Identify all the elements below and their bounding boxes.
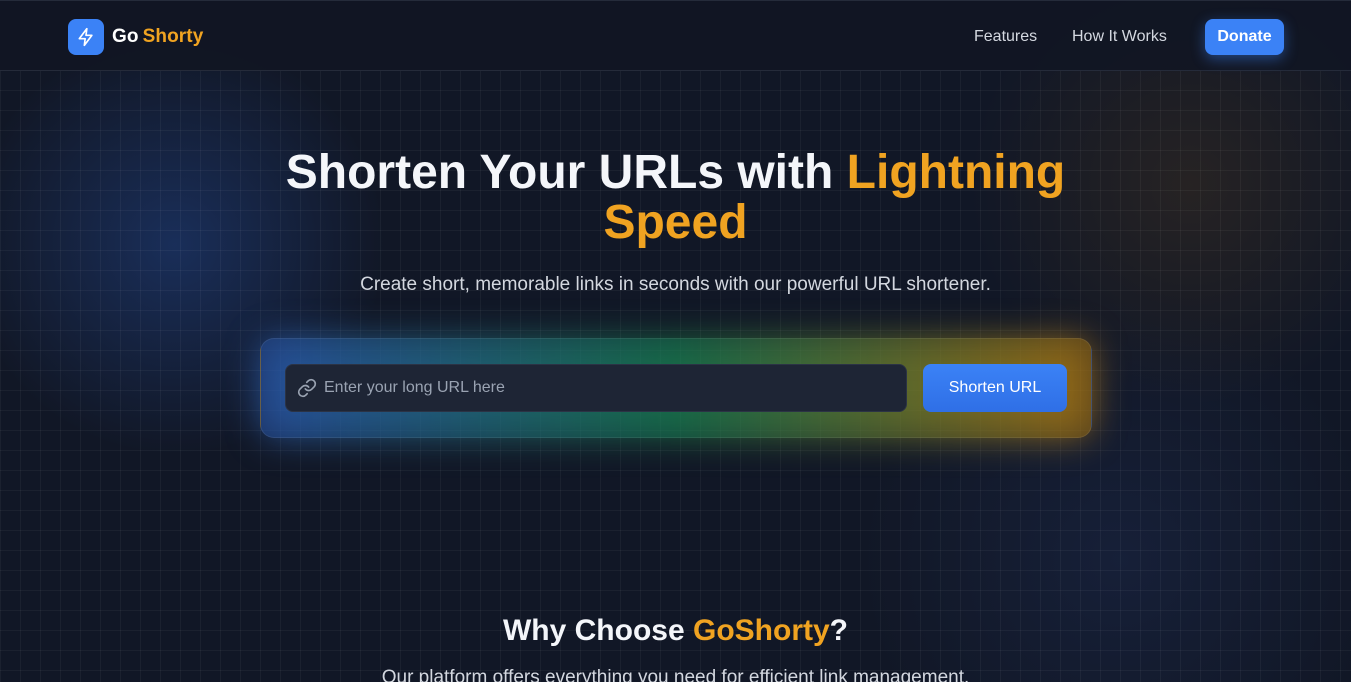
hero-title: Shorten Your URLs with Lightning Speed [0, 148, 1351, 248]
url-input[interactable] [324, 377, 884, 399]
link-icon [297, 378, 317, 398]
lightning-icon [78, 27, 93, 47]
nav-link-features[interactable]: Features [974, 28, 1037, 46]
brand-name[interactable]: Go Shorty [112, 26, 203, 48]
why-choose-title: Why Choose GoShorty? [0, 614, 1351, 648]
nav-link-how-it-works[interactable]: How It Works [1072, 28, 1167, 46]
hero-title-accent-1: Lightning [846, 146, 1066, 199]
logo[interactable] [68, 19, 104, 55]
hero-subtitle: Create short, memorable links in seconds… [360, 274, 991, 295]
hero-title-main: Shorten Your URLs with [285, 146, 847, 199]
donate-button[interactable]: Donate [1205, 19, 1284, 55]
brand-shorty: Shorty [142, 26, 204, 47]
why-choose-subtitle: Our platform offers everything you need … [381, 667, 970, 682]
why-title-main: Why Choose [502, 614, 693, 647]
hero-title-accent-2: Speed [603, 196, 748, 249]
brand-go: Go [112, 26, 139, 47]
top-navbar: Go Shorty Features How It Works Donate [0, 0, 1351, 71]
why-title-accent: GoShorty [693, 614, 830, 647]
why-title-end: ? [829, 614, 848, 647]
shorten-url-button[interactable]: Shorten URL [923, 364, 1067, 412]
